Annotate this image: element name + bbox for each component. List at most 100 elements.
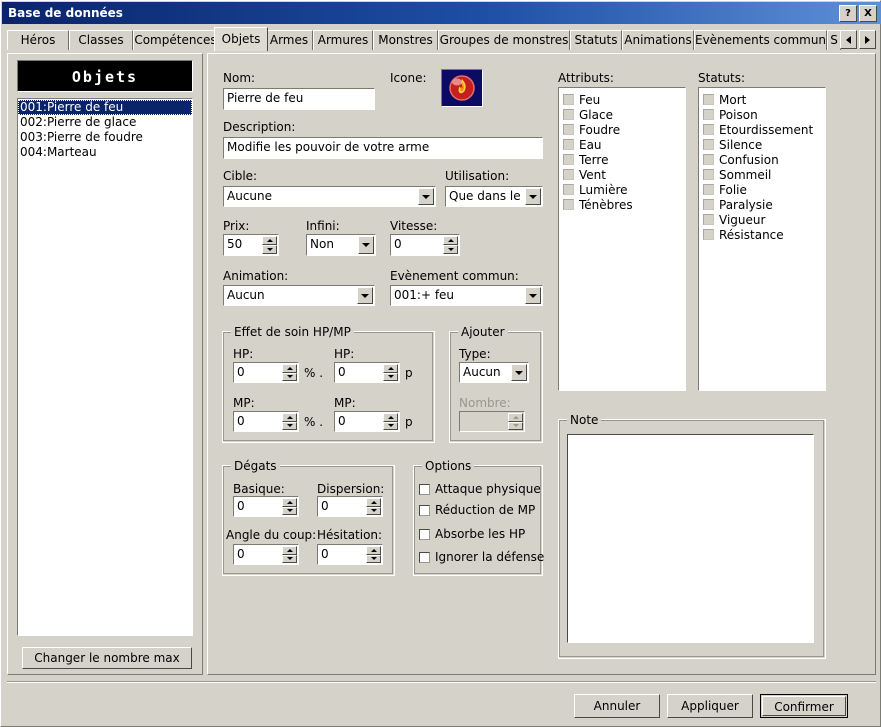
spinner-up-icon[interactable]: [262, 236, 277, 245]
checkbox-icon[interactable]: [419, 551, 430, 563]
description-input[interactable]: Modifie les pouvoir de votre arme: [223, 137, 543, 159]
soin-mp-pct-stepper[interactable]: 0: [233, 411, 299, 432]
spinner-up-icon[interactable]: [366, 498, 381, 507]
prix-stepper[interactable]: 50: [223, 234, 279, 256]
soin-mp-flat-stepper[interactable]: 0: [334, 411, 400, 432]
tab-scroll-right-button[interactable]: [859, 30, 876, 49]
attribut-row[interactable]: Feu: [563, 92, 685, 107]
spinner-up-icon[interactable]: [282, 498, 297, 507]
checkbox-icon[interactable]: [563, 94, 574, 105]
degats-basique-stepper[interactable]: 0: [233, 496, 299, 517]
utilisation-select[interactable]: Que dans le r: [445, 186, 543, 207]
change-max-number-button[interactable]: Changer le nombre max: [22, 647, 192, 669]
tab-armes[interactable]: Armes: [265, 30, 313, 50]
attribut-row[interactable]: Terre: [563, 152, 685, 167]
tab-armures[interactable]: Armures: [313, 30, 373, 50]
spinner-down-icon[interactable]: [383, 372, 398, 381]
statut-row[interactable]: Résistance: [703, 227, 825, 242]
spinner-up-icon[interactable]: [383, 413, 398, 422]
statut-row[interactable]: Etourdissement: [703, 122, 825, 137]
evenement-commun-select[interactable]: 001:+ feu: [390, 285, 543, 306]
tab-objets[interactable]: Objets: [214, 27, 268, 51]
spinner-down-icon[interactable]: [262, 245, 277, 254]
statut-row[interactable]: Mort: [703, 92, 825, 107]
statut-row[interactable]: Vigueur: [703, 212, 825, 227]
attribut-row[interactable]: Eau: [563, 137, 685, 152]
tab-competences[interactable]: Compétences: [133, 30, 218, 50]
tab-animations[interactable]: Animations: [622, 30, 694, 50]
checkbox-icon[interactable]: [563, 154, 574, 165]
spinner-up-icon[interactable]: [282, 364, 297, 373]
nom-input[interactable]: Pierre de feu: [223, 88, 375, 110]
list-item[interactable]: 003:Pierre de foudre: [18, 130, 192, 145]
degats-hesitation-stepper[interactable]: 0: [317, 544, 383, 565]
checkbox-icon[interactable]: [703, 169, 714, 180]
note-textarea[interactable]: [567, 434, 814, 643]
statut-row[interactable]: Confusion: [703, 152, 825, 167]
help-button[interactable]: ?: [839, 4, 857, 22]
list-item[interactable]: 001:Pierre de feu: [18, 100, 192, 115]
spinner-down-icon[interactable]: [443, 245, 458, 254]
checkbox-icon[interactable]: [563, 184, 574, 195]
checkbox-absorbe-les-hp[interactable]: Absorbe les HP: [419, 527, 525, 541]
checkbox-attaque-physique[interactable]: Attaque physique: [419, 482, 541, 496]
checkbox-icon[interactable]: [419, 504, 430, 516]
attributs-list[interactable]: Feu Glace Foudre Eau Terre Vent Lumière …: [558, 87, 686, 391]
attribut-row[interactable]: Vent: [563, 167, 685, 182]
attribut-row[interactable]: Lumière: [563, 182, 685, 197]
tab-classes[interactable]: Classes: [69, 30, 133, 50]
checkbox-icon[interactable]: [703, 199, 714, 210]
checkbox-icon[interactable]: [703, 154, 714, 165]
prix-spinner-buttons[interactable]: [262, 236, 277, 254]
spinner-down-icon[interactable]: [366, 554, 381, 563]
chevron-down-icon[interactable]: [511, 364, 527, 381]
checkbox-icon[interactable]: [419, 483, 430, 495]
spinner-down-icon[interactable]: [383, 421, 398, 430]
list-item[interactable]: 004:Marteau: [18, 145, 192, 160]
ajouter-type-select[interactable]: Aucun: [459, 362, 529, 383]
checkbox-icon[interactable]: [563, 169, 574, 180]
checkbox-icon[interactable]: [563, 124, 574, 135]
chevron-down-icon[interactable]: [358, 236, 374, 254]
confirm-button[interactable]: Confirmer: [760, 694, 848, 718]
checkbox-icon[interactable]: [419, 528, 430, 540]
list-item[interactable]: 002:Pierre de glace: [18, 115, 192, 130]
spinner-up-icon[interactable]: [282, 413, 297, 422]
statut-row[interactable]: Folie: [703, 182, 825, 197]
tab-scroll-left-button[interactable]: [840, 30, 857, 49]
spinner-up-icon[interactable]: [282, 546, 297, 555]
attribut-row[interactable]: Foudre: [563, 122, 685, 137]
degats-angle-stepper[interactable]: 0: [233, 544, 299, 565]
checkbox-reduction-de-mp[interactable]: Réduction de MP: [419, 503, 535, 517]
attribut-row[interactable]: Glace: [563, 107, 685, 122]
apply-button[interactable]: Appliquer: [667, 694, 753, 718]
checkbox-icon[interactable]: [703, 109, 714, 120]
statuts-list[interactable]: Mort Poison Etourdissement Silence Confu…: [698, 87, 826, 391]
tab-evenements-commun[interactable]: Evènements commun: [694, 30, 827, 50]
spinner-down-icon[interactable]: [282, 421, 297, 430]
cible-select[interactable]: Aucune: [223, 186, 436, 207]
chevron-down-icon[interactable]: [418, 188, 434, 205]
object-list[interactable]: 001:Pierre de feu 002:Pierre de glace 00…: [17, 98, 193, 636]
soin-hp-pct-stepper[interactable]: 0: [233, 362, 299, 383]
vitesse-stepper[interactable]: 0: [390, 234, 460, 256]
animation-select[interactable]: Aucun: [223, 285, 375, 306]
tab-monstres[interactable]: Monstres: [373, 30, 438, 50]
checkbox-icon[interactable]: [703, 94, 714, 105]
tab-heros[interactable]: Héros: [7, 30, 69, 50]
statut-row[interactable]: Sommeil: [703, 167, 825, 182]
checkbox-icon[interactable]: [563, 199, 574, 210]
soin-hp-flat-stepper[interactable]: 0: [334, 362, 400, 383]
checkbox-icon[interactable]: [563, 109, 574, 120]
spinner-down-icon[interactable]: [366, 506, 381, 515]
chevron-down-icon[interactable]: [357, 287, 373, 304]
checkbox-icon[interactable]: [703, 229, 714, 240]
infini-select[interactable]: Non: [306, 234, 376, 256]
statut-row[interactable]: Silence: [703, 137, 825, 152]
tab-groupes-de-monstres[interactable]: Groupes de monstres: [438, 30, 570, 50]
fire-orb-icon[interactable]: [441, 69, 483, 107]
spinner-up-icon[interactable]: [366, 546, 381, 555]
tab-statuts[interactable]: Statuts: [570, 30, 622, 50]
spinner-down-icon[interactable]: [282, 506, 297, 515]
checkbox-icon[interactable]: [563, 139, 574, 150]
